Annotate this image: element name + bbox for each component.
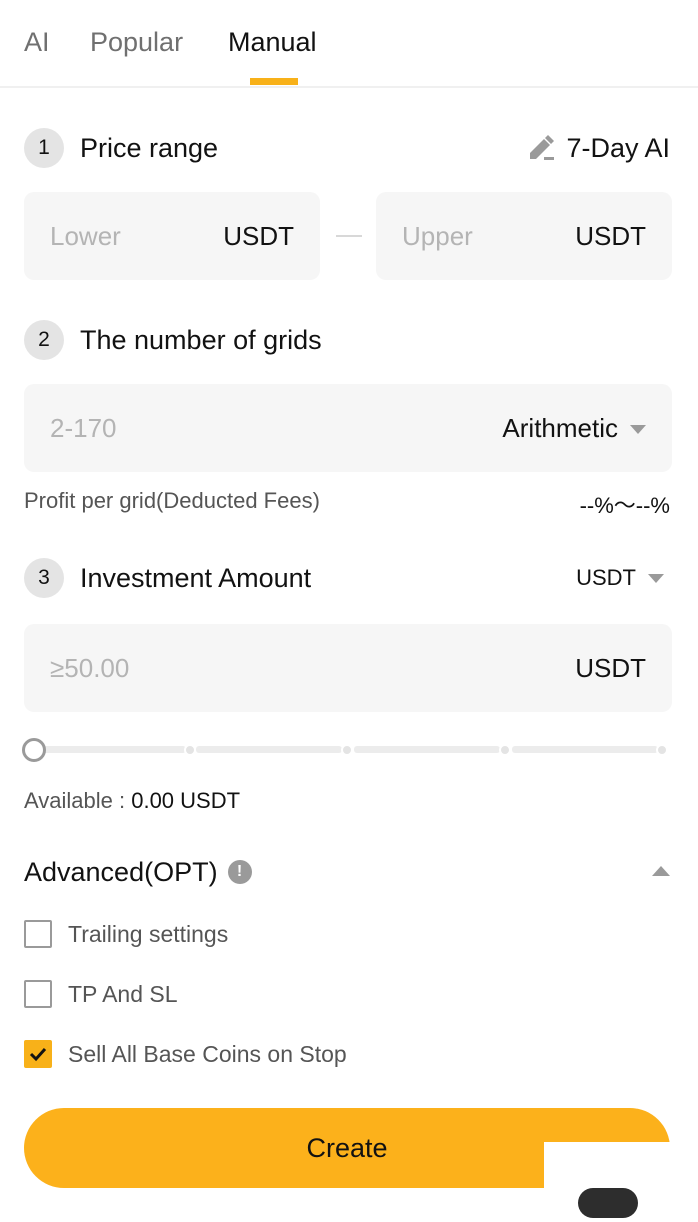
investment-currency-select[interactable]: USDT (576, 558, 664, 598)
info-icon[interactable]: ! (227, 860, 252, 884)
slider-step-dot[interactable] (341, 744, 353, 756)
seven-day-ai-button[interactable]: 7-Day AI (526, 128, 670, 168)
step-number: 3 (24, 558, 64, 598)
section-title: Investment Amount (80, 562, 312, 593)
investment-amount-input[interactable] (50, 652, 576, 684)
checkbox[interactable] (24, 920, 52, 948)
tab-manual[interactable]: Manual (228, 24, 317, 60)
profit-per-grid-value: --%～--% (579, 493, 670, 518)
slider-track (196, 746, 342, 753)
slider-handle[interactable] (22, 738, 46, 762)
upper-price-input[interactable] (402, 220, 576, 252)
section-title: Price range (80, 132, 219, 163)
active-tab-indicator (250, 78, 298, 85)
ai-link-label: 7-Day AI (566, 132, 670, 163)
investment-header: 3 Investment Amount (24, 558, 311, 598)
range-separator (336, 235, 362, 237)
slider-track (354, 746, 500, 753)
trailing-settings-option[interactable]: Trailing settings (24, 920, 228, 948)
grid-count-field: Arithmetic (24, 384, 672, 472)
unit-label: USDT (223, 220, 294, 251)
step-number: 2 (24, 320, 64, 360)
checkbox[interactable] (24, 980, 52, 1008)
mode-tabs: AI Popular Manual (0, 0, 698, 88)
available-value: 0.00 USDT (131, 788, 241, 813)
slider-step-dot[interactable] (499, 744, 511, 756)
tab-popular[interactable]: Popular (90, 24, 183, 60)
tab-ai[interactable]: AI (24, 24, 50, 60)
available-balance: Available : 0.00 USDT (24, 788, 240, 814)
checkmark-icon (29, 1047, 47, 1062)
grid-mode-select[interactable]: Arithmetic (502, 413, 646, 444)
slider-track (512, 746, 658, 753)
lower-price-input[interactable] (50, 220, 224, 252)
lower-price-field: USDT (24, 192, 320, 280)
floating-panel (544, 1142, 698, 1222)
sell-all-base-coins-option[interactable]: Sell All Base Coins on Stop (24, 1040, 347, 1068)
section-title: The number of grids (80, 324, 322, 355)
caret-down-icon (648, 573, 664, 583)
option-label: Trailing settings (68, 920, 229, 947)
price-range-header: 1 Price range (24, 128, 218, 168)
advanced-header: Advanced(OPT) ! (24, 852, 252, 892)
investment-slider[interactable] (22, 738, 670, 762)
caret-down-icon (630, 425, 646, 435)
tp-sl-option[interactable]: TP And SL (24, 980, 178, 1008)
unit-label: USDT (575, 220, 646, 251)
grid-mode-label: Arithmetic (502, 412, 618, 443)
edit-pencil-icon (530, 135, 555, 160)
slider-track (36, 746, 186, 753)
slider-step-dot[interactable] (656, 744, 668, 756)
caret-up-icon (652, 866, 670, 876)
profit-per-grid-label: Profit per grid(Deducted Fees) (24, 488, 320, 513)
unit-label: USDT (575, 652, 646, 683)
investment-amount-field: USDT (24, 624, 672, 712)
available-label: Available : (24, 788, 132, 813)
advanced-collapse-toggle[interactable] (652, 866, 670, 876)
option-label: Sell All Base Coins on Stop (68, 1040, 347, 1067)
advanced-title: Advanced(OPT) (24, 856, 218, 887)
slider-step-dot[interactable] (184, 744, 196, 756)
currency-label: USDT (576, 565, 636, 590)
upper-price-field: USDT (376, 192, 672, 280)
option-label: TP And SL (68, 980, 178, 1007)
step-number: 1 (24, 128, 64, 168)
grid-count-input[interactable] (50, 412, 503, 444)
grids-header: 2 The number of grids (24, 320, 322, 360)
handle-pill[interactable] (578, 1188, 638, 1218)
checkbox[interactable] (24, 1040, 52, 1068)
